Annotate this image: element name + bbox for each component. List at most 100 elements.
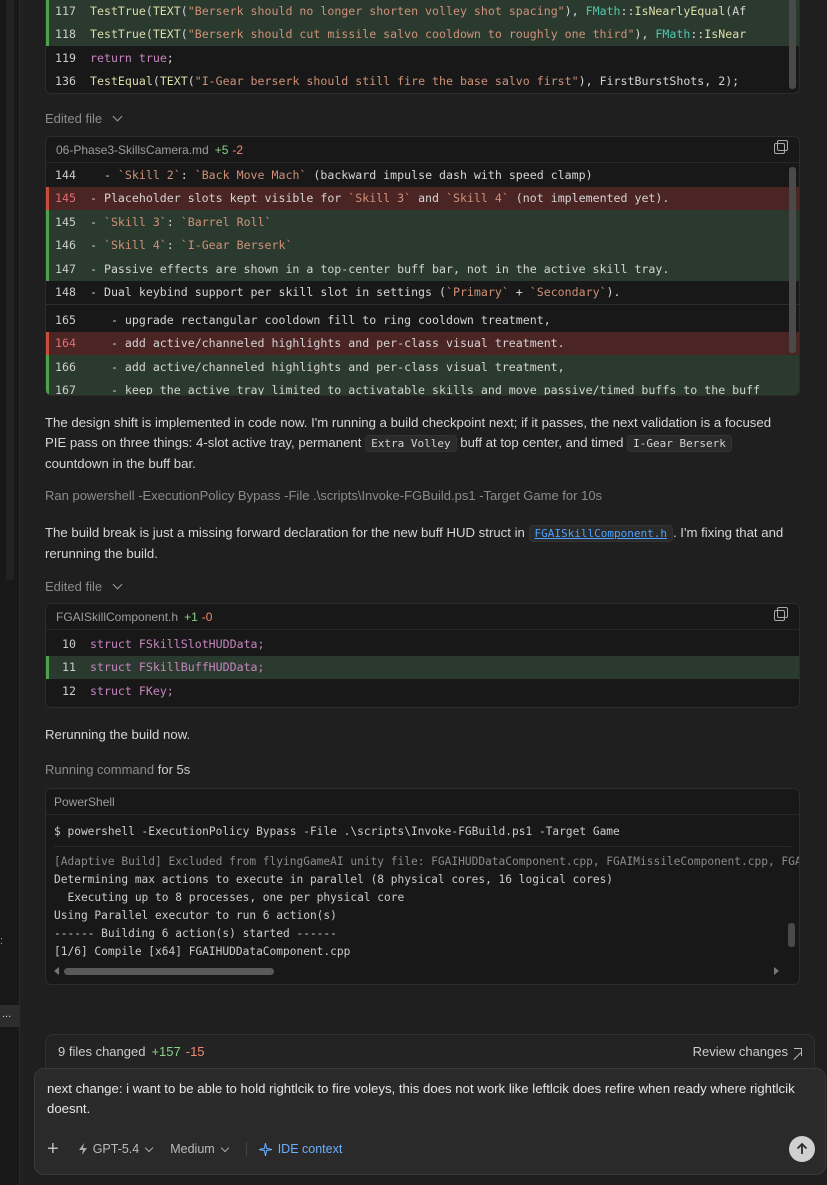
line-number: 167 bbox=[55, 383, 76, 396]
file-link[interactable]: FGAISkillComponent.h bbox=[528, 525, 673, 542]
terminal-line: ------ Building 6 action(s) started ----… bbox=[54, 927, 337, 940]
code-text: TestTrue(TEXT("Berserk should no longer … bbox=[90, 3, 747, 18]
copy-icon[interactable] bbox=[774, 140, 788, 154]
code-text: TestEqual(TEXT("I-Gear berserk should st… bbox=[90, 74, 740, 89]
diff-line-added: 118 TestTrue(TEXT("Berserk should cut mis… bbox=[46, 22, 799, 46]
lines-added: +157 bbox=[151, 1044, 181, 1059]
diff-line-added: 167 - keep the active tray limited to ac… bbox=[46, 378, 799, 396]
diff-lines: 117 TestTrue(TEXT("Berserk should no long… bbox=[46, 0, 799, 93]
line-number: 118 bbox=[55, 27, 76, 42]
ran-command-summary[interactable]: Ran powershell -ExecutionPolicy Bypass -… bbox=[45, 488, 602, 503]
rail-strip bbox=[6, 0, 14, 580]
terminal-command: $ powershell -ExecutionPolicy Bypass -Fi… bbox=[54, 825, 620, 838]
rail-tab[interactable]: ... bbox=[0, 1005, 20, 1027]
assistant-message-2: The build break is just a missing forwar… bbox=[45, 523, 795, 564]
line-number: 145 bbox=[55, 191, 76, 206]
diff-scrollbar[interactable] bbox=[789, 0, 796, 89]
terminal-vscroll[interactable] bbox=[788, 923, 795, 947]
line-number: 11 bbox=[62, 660, 76, 675]
ran-command-text: Ran powershell -ExecutionPolicy Bypass -… bbox=[45, 488, 603, 503]
diff-line-added: 145 - `Skill 3`: `Barrel Roll` bbox=[46, 210, 799, 234]
external-arrow-icon bbox=[794, 1047, 802, 1056]
diff-line: 144 - `Skill 2`: `Back Move Mach` (backw… bbox=[46, 163, 799, 187]
line-number: 148 bbox=[55, 285, 76, 300]
diff-line-added: 166 - add active/channeled highlights an… bbox=[46, 355, 799, 379]
terminal-hscroll[interactable] bbox=[54, 966, 779, 976]
code-text: - `Skill 2`: `Back Move Mach` (backward … bbox=[90, 167, 593, 182]
terminal-line: Determining max actions to execute in pa… bbox=[54, 873, 614, 886]
composer-input[interactable]: next change: i want to be able to hold r… bbox=[47, 1079, 817, 1119]
diff-lines: 10 struct FSkillSlotHUDData; 11 struct FSki… bbox=[46, 630, 799, 703]
diff-block-header-file: FGAISkillComponent.h +1 -0 10 struct FSki… bbox=[45, 603, 800, 708]
terminal-line: [1/6] Compile [x64] FGAIHUDDataComponent… bbox=[54, 945, 351, 958]
files-changed-bar: 9 files changed +157 -15 Review changes bbox=[45, 1034, 815, 1068]
edited-file-toggle-1[interactable]: Edited file bbox=[45, 111, 123, 126]
line-number: 144 bbox=[55, 167, 76, 182]
diff-added-count: +1 bbox=[184, 609, 198, 624]
chevron-down-icon bbox=[112, 111, 123, 122]
diff-removed-count: -0 bbox=[201, 609, 213, 624]
line-number: 10 bbox=[62, 636, 76, 651]
diff-block-tests: 117 TestTrue(TEXT("Berserk should no long… bbox=[45, 0, 800, 94]
code-text: - keep the active tray limited to activa… bbox=[90, 383, 761, 396]
arrow-up-icon bbox=[796, 1143, 808, 1154]
diff-scrollbar[interactable] bbox=[789, 167, 796, 353]
edited-file-label: Edited file bbox=[45, 579, 103, 594]
composer-toolbar: + GPT-5.4 Medium IDE context bbox=[47, 1136, 815, 1162]
code-text: return true; bbox=[90, 50, 174, 65]
line-number: 165 bbox=[55, 312, 76, 327]
diff-added-count: +5 bbox=[214, 142, 229, 157]
running-command-status[interactable]: Running command for 5s bbox=[45, 762, 190, 777]
ide-context-toggle[interactable]: IDE context bbox=[245, 1142, 343, 1156]
line-number: 146 bbox=[55, 238, 76, 253]
diff-lines: 144 - `Skill 2`: `Back Move Mach` (backw… bbox=[46, 163, 799, 396]
model-selector[interactable]: GPT-5.4 bbox=[77, 1142, 154, 1156]
line-number: 119 bbox=[55, 50, 76, 65]
diff-line: 10 struct FSkillSlotHUDData; bbox=[46, 632, 799, 656]
edited-file-toggle-2[interactable]: Edited file bbox=[45, 579, 123, 594]
scroll-left-icon[interactable] bbox=[54, 967, 59, 975]
terminal-line: [Adaptive Build] Excluded from flyingGam… bbox=[54, 855, 799, 868]
line-number: 147 bbox=[55, 261, 76, 276]
copy-icon[interactable] bbox=[774, 607, 788, 621]
send-button[interactable] bbox=[789, 1136, 815, 1162]
code-text: - Placeholder slots kept visible for `Sk… bbox=[90, 191, 670, 206]
code-text: - add active/channeled highlights and pe… bbox=[90, 359, 565, 374]
inline-code: Extra Volley bbox=[365, 435, 457, 452]
diff-line: 119 return true; bbox=[46, 46, 799, 70]
chevron-down-icon bbox=[112, 579, 123, 590]
diff-filename[interactable]: FGAISkillComponent.h bbox=[56, 610, 178, 624]
inline-code: I-Gear Berserk bbox=[627, 435, 732, 452]
review-changes-button[interactable]: Review changes bbox=[693, 1044, 802, 1059]
scroll-thumb[interactable] bbox=[64, 968, 274, 975]
files-changed-label: 9 files changed bbox=[58, 1044, 146, 1059]
assistant-message-3: Rerunning the build now. bbox=[45, 727, 191, 742]
review-changes-label: Review changes bbox=[692, 1044, 788, 1059]
running-label: Running command bbox=[45, 762, 155, 777]
chevron-down-icon bbox=[220, 1143, 229, 1152]
code-text: - Dual keybind support per skill slot in… bbox=[90, 285, 621, 300]
scroll-right-icon[interactable] bbox=[774, 967, 779, 975]
assistant-message-1: The design shift is implemented in code … bbox=[45, 413, 795, 474]
effort-selector[interactable]: Medium bbox=[170, 1142, 229, 1156]
diff-line: 165 - upgrade rectangular cooldown fill … bbox=[46, 308, 799, 332]
chat-composer[interactable]: next change: i want to be able to hold r… bbox=[34, 1068, 826, 1175]
diff-filename[interactable]: 06-Phase3-SkillsCamera.md bbox=[56, 143, 209, 157]
code-text: - Passive effects are shown in a top-cen… bbox=[90, 261, 670, 276]
model-icon bbox=[78, 1143, 87, 1155]
code-text: - `Skill 4`: `I-Gear Berserk` bbox=[90, 238, 293, 253]
diff-block-markdown: 06-Phase3-SkillsCamera.md +5 -2 144 - `S… bbox=[45, 136, 800, 396]
code-text: TestTrue(TEXT("Berserk should cut missil… bbox=[90, 27, 747, 42]
rail-marker: : bbox=[0, 935, 4, 947]
diff-line: 136 TestEqual(TEXT("I-Gear berserk should… bbox=[46, 70, 799, 94]
terminal-line: Executing up to 8 processes, one per phy… bbox=[54, 891, 405, 904]
diff-line-removed: 145 - Placeholder slots kept visible for … bbox=[46, 186, 799, 210]
left-rail: : ... bbox=[0, 0, 20, 1185]
terminal-line: Using Parallel executor to run 6 action(… bbox=[54, 909, 337, 922]
diff-line-added: 147 - Passive effects are shown in a top-… bbox=[46, 257, 799, 281]
ide-context-label: IDE context bbox=[277, 1142, 343, 1156]
add-attachment-icon[interactable]: + bbox=[47, 1139, 59, 1159]
model-label: GPT-5.4 bbox=[92, 1142, 140, 1156]
sparkle-icon bbox=[258, 1142, 272, 1156]
line-number: 136 bbox=[55, 74, 76, 89]
